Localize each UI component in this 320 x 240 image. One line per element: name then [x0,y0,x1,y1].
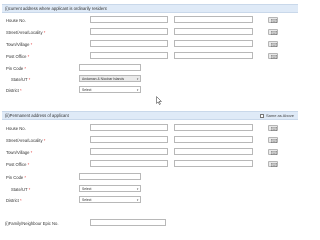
permanent-town-input-alt[interactable] [174,148,253,155]
permanent-state-value: Select [82,187,92,191]
current-house-input-alt[interactable] [174,16,253,23]
current-address-title: (i)current address where applicant is or… [5,6,107,11]
permanent-state-row: State/UT * Select ▾ [0,185,300,195]
keyboard-button[interactable] [268,52,278,59]
permanent-house-input[interactable] [90,124,168,131]
permanent-town-row: Town/Village * [0,148,300,158]
current-state-row: State/UT * Andaman & Nicobar Islands ▾ [0,75,300,85]
current-state-value: Andaman & Nicobar Islands [82,77,125,81]
permanent-district-label: District * [6,198,22,203]
permanent-street-input-alt[interactable] [174,136,253,143]
permanent-post-label: Post Office * [6,162,30,167]
keyboard-icon [271,30,277,35]
current-post-label: Post Office * [6,54,30,59]
permanent-post-input-alt[interactable] [174,160,253,167]
permanent-house-label: House No. [6,126,26,131]
current-post-input[interactable] [90,52,168,59]
keyboard-button[interactable] [268,16,278,23]
keyboard-button[interactable] [268,124,278,131]
chevron-down-icon: ▾ [136,77,139,81]
keyboard-icon [271,138,277,143]
permanent-address-header: (ii)Permanent address of applicant Same … [2,111,298,120]
chevron-down-icon: ▾ [136,88,139,92]
current-pin-row: Pin Code * [0,64,300,74]
permanent-district-row: District * Select ▾ [0,196,300,206]
keyboard-icon [271,126,277,131]
current-town-label: Town/Village * [6,42,33,47]
current-district-select[interactable]: Select ▾ [79,86,141,93]
current-street-row: Street/Area/Locality * [0,28,300,38]
permanent-street-input[interactable] [90,136,168,143]
current-post-row: Post Office * [0,52,300,62]
permanent-house-row: House No. [0,124,300,134]
family-epic-row: (i)Family/Neighbour Epic No. [0,219,300,229]
keyboard-icon [271,54,277,59]
same-as-above-checkbox[interactable] [259,113,264,118]
current-district-row: District * Select ▾ [0,86,300,96]
permanent-pin-row: Pin Code * [0,173,300,183]
current-street-input-alt[interactable] [174,28,253,35]
mouse-pointer-icon [156,96,162,105]
keyboard-icon [271,150,277,155]
permanent-address-title: (ii)Permanent address of applicant [5,113,69,118]
permanent-house-input-alt[interactable] [174,124,253,131]
current-state-select[interactable]: Andaman & Nicobar Islands ▾ [79,75,141,82]
current-town-input-alt[interactable] [174,40,253,47]
current-street-label: Street/Area/Locality * [6,30,46,35]
keyboard-button[interactable] [268,136,278,143]
current-district-value: Select [82,88,92,92]
current-post-input-alt[interactable] [174,52,253,59]
current-pin-label: Pin Code * [6,66,27,71]
keyboard-icon [271,18,277,23]
permanent-state-select[interactable]: Select ▾ [79,185,141,192]
keyboard-button[interactable] [268,160,278,167]
permanent-state-label: State/UT * [11,187,31,192]
permanent-pin-label: Pin Code * [6,175,27,180]
current-house-input[interactable] [90,16,168,23]
address-form: (i)current address where applicant is or… [0,0,300,240]
same-as-above-label: Same as Above [265,113,294,118]
family-epic-input[interactable] [90,219,166,226]
current-state-label: State/UT * [11,77,31,82]
current-address-header: (i)current address where applicant is or… [2,4,298,13]
keyboard-icon [271,162,277,167]
permanent-street-label: Street/Area/Locality * [6,138,46,143]
permanent-district-value: Select [82,198,92,202]
permanent-post-row: Post Office * [0,160,300,170]
permanent-town-input[interactable] [90,148,168,155]
keyboard-button[interactable] [268,28,278,35]
keyboard-button[interactable] [268,148,278,155]
current-town-row: Town/Village * [0,40,300,50]
permanent-district-select[interactable]: Select ▾ [79,196,141,203]
permanent-town-label: Town/Village * [6,150,33,155]
current-street-input[interactable] [90,28,168,35]
chevron-down-icon: ▾ [136,198,139,202]
keyboard-icon [271,42,277,47]
current-pin-input[interactable] [79,64,141,71]
current-district-label: District * [6,88,22,93]
permanent-pin-input[interactable] [79,173,141,180]
chevron-down-icon: ▾ [136,187,139,191]
permanent-post-input[interactable] [90,160,168,167]
current-house-row: House No. [0,16,300,26]
keyboard-button[interactable] [268,40,278,47]
family-epic-label: (i)Family/Neighbour Epic No. [5,221,59,226]
current-house-label: House No. [6,18,26,23]
current-town-input[interactable] [90,40,168,47]
same-as-above[interactable]: Same as Above [259,112,294,119]
permanent-street-row: Street/Area/Locality * [0,136,300,146]
